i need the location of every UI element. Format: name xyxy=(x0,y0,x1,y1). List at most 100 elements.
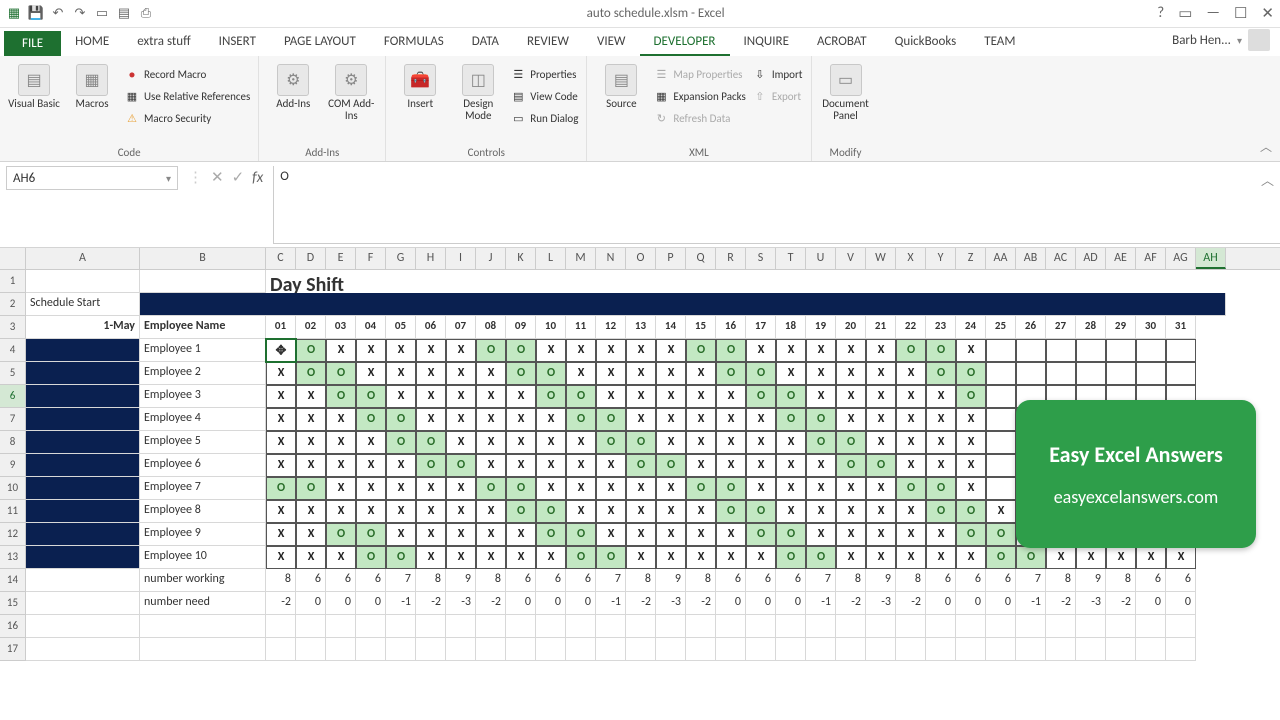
cell[interactable]: X xyxy=(866,385,896,408)
cell[interactable]: X xyxy=(266,362,296,385)
cell[interactable]: O xyxy=(806,546,836,569)
cell[interactable]: 12 xyxy=(596,316,626,339)
cell[interactable]: Employee 7 xyxy=(140,477,266,500)
cell[interactable] xyxy=(596,615,626,638)
cell[interactable]: X xyxy=(836,546,866,569)
cell[interactable]: number need xyxy=(140,592,266,615)
cell[interactable]: X xyxy=(566,477,596,500)
cell[interactable]: Employee 3 xyxy=(140,385,266,408)
cell[interactable] xyxy=(296,638,326,661)
cell[interactable]: X xyxy=(956,454,986,477)
maximize-icon[interactable]: ☐ xyxy=(1234,4,1247,23)
cell[interactable]: X xyxy=(746,408,776,431)
cell[interactable]: Day Shift xyxy=(266,270,1196,293)
cell[interactable]: 0 xyxy=(296,592,326,615)
cell[interactable]: -1 xyxy=(1016,592,1046,615)
cell[interactable]: O xyxy=(926,477,956,500)
cell[interactable] xyxy=(806,615,836,638)
cell[interactable]: O xyxy=(896,339,926,362)
cell[interactable]: 7 xyxy=(386,569,416,592)
tab-data[interactable]: DATA xyxy=(458,29,513,56)
cell[interactable]: 19 xyxy=(806,316,836,339)
cell[interactable]: X xyxy=(596,339,626,362)
col-header-AE[interactable]: AE xyxy=(1106,248,1136,269)
cell[interactable]: -1 xyxy=(386,592,416,615)
cell[interactable]: 6 xyxy=(746,569,776,592)
cell[interactable]: 01 xyxy=(266,316,296,339)
col-header-E[interactable]: E xyxy=(326,248,356,269)
cell[interactable]: O xyxy=(746,500,776,523)
cell[interactable]: O xyxy=(866,454,896,477)
cell[interactable]: X xyxy=(896,362,926,385)
col-header-D[interactable]: D xyxy=(296,248,326,269)
cell[interactable] xyxy=(866,638,896,661)
cell[interactable]: O xyxy=(476,339,506,362)
cell[interactable] xyxy=(896,615,926,638)
cell[interactable]: 23 xyxy=(926,316,956,339)
cell[interactable]: O xyxy=(716,477,746,500)
cell[interactable]: X xyxy=(296,500,326,523)
cell[interactable]: -2 xyxy=(1046,592,1076,615)
cell[interactable]: 6 xyxy=(986,569,1016,592)
cell[interactable]: X xyxy=(506,454,536,477)
cell[interactable]: X xyxy=(866,500,896,523)
cell[interactable]: O xyxy=(596,431,626,454)
cell[interactable]: Employee 9 xyxy=(140,523,266,546)
cell[interactable] xyxy=(1076,638,1106,661)
cell[interactable] xyxy=(140,638,266,661)
cell[interactable]: 7 xyxy=(806,569,836,592)
cell[interactable]: X xyxy=(506,408,536,431)
cell[interactable] xyxy=(506,615,536,638)
cell[interactable] xyxy=(776,615,806,638)
col-header-K[interactable]: K xyxy=(506,248,536,269)
row-header-8[interactable]: 8 xyxy=(0,431,26,454)
cell[interactable]: O xyxy=(926,500,956,523)
cell[interactable]: X xyxy=(656,339,686,362)
cell[interactable]: Employee 6 xyxy=(140,454,266,477)
cell[interactable]: O xyxy=(416,431,446,454)
cell[interactable]: X xyxy=(356,339,386,362)
cell[interactable] xyxy=(140,270,266,293)
col-header-AF[interactable]: AF xyxy=(1136,248,1166,269)
cell[interactable]: X xyxy=(836,385,866,408)
cell[interactable]: O xyxy=(416,454,446,477)
cell[interactable]: X xyxy=(536,477,566,500)
minimize-icon[interactable]: — xyxy=(1206,4,1220,23)
cell[interactable]: O xyxy=(476,477,506,500)
cell[interactable]: X xyxy=(686,431,716,454)
cell[interactable]: X xyxy=(266,431,296,454)
cell[interactable]: X xyxy=(326,477,356,500)
cell[interactable]: 6 xyxy=(536,569,566,592)
ribbon-options-icon[interactable]: ▭ xyxy=(1178,4,1192,23)
cell[interactable] xyxy=(326,615,356,638)
cell[interactable]: O xyxy=(536,500,566,523)
cell[interactable]: -2 xyxy=(896,592,926,615)
cell[interactable]: 8 xyxy=(266,569,296,592)
cell[interactable] xyxy=(416,615,446,638)
cell[interactable]: 25 xyxy=(986,316,1016,339)
cell[interactable] xyxy=(986,477,1016,500)
cell[interactable]: X xyxy=(446,408,476,431)
cell[interactable]: X xyxy=(536,431,566,454)
cell[interactable]: 0 xyxy=(926,592,956,615)
cell[interactable]: X xyxy=(866,523,896,546)
cell[interactable]: O xyxy=(956,362,986,385)
cell[interactable] xyxy=(986,385,1016,408)
cell[interactable]: 0 xyxy=(986,592,1016,615)
row-header-6[interactable]: 6 xyxy=(0,385,26,408)
row-header-5[interactable]: 5 xyxy=(0,362,26,385)
cell[interactable]: X xyxy=(956,339,986,362)
cell[interactable]: 8 xyxy=(476,569,506,592)
cell[interactable]: X xyxy=(746,339,776,362)
cell[interactable]: X xyxy=(626,385,656,408)
cell[interactable]: X xyxy=(956,477,986,500)
new-icon[interactable]: ▭ xyxy=(94,6,110,22)
cell[interactable] xyxy=(836,638,866,661)
col-header-V[interactable]: V xyxy=(836,248,866,269)
cell[interactable]: X xyxy=(986,500,1016,523)
cell[interactable]: 0 xyxy=(326,592,356,615)
macros-button[interactable]: ▦Macros xyxy=(66,60,118,110)
cell[interactable]: X xyxy=(476,362,506,385)
row-header-12[interactable]: 12 xyxy=(0,523,26,546)
cell[interactable]: X xyxy=(476,385,506,408)
